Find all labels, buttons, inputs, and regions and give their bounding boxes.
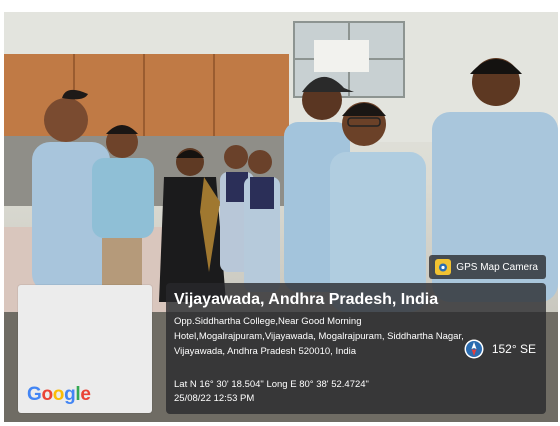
google-letter: g [64,384,76,405]
geotagged-photo: Google GPS Map Camera Vijayawada, Andhra… [0,0,560,426]
gps-map-camera-badge: GPS Map Camera [429,255,546,279]
wall-poster [314,40,369,72]
heading-text: 152° SE [491,342,536,356]
google-letter: G [27,384,42,405]
google-logo: Google [27,384,91,406]
location-info-panel: GPS Map Camera Vijayawada, Andhra Prades… [166,255,546,414]
gps-map-camera-icon [435,259,452,275]
compass-icon [464,339,484,359]
badge-label: GPS Map Camera [456,261,538,273]
google-letter: e [80,384,91,405]
google-letter: o [41,384,53,405]
compass-heading: 152° SE [464,339,536,359]
location-title: Vijayawada, Andhra Pradesh, India [174,291,439,308]
location-address: Opp.Siddhartha College,Near Good Morning… [174,316,464,357]
google-letter: o [52,384,65,405]
map-thumbnail: Google [18,285,152,413]
location-timestamp: 25/08/22 12:53 PM [174,393,255,404]
location-coordinates: Lat N 16° 30' 18.504" Long E 80° 38' 52.… [174,379,369,390]
